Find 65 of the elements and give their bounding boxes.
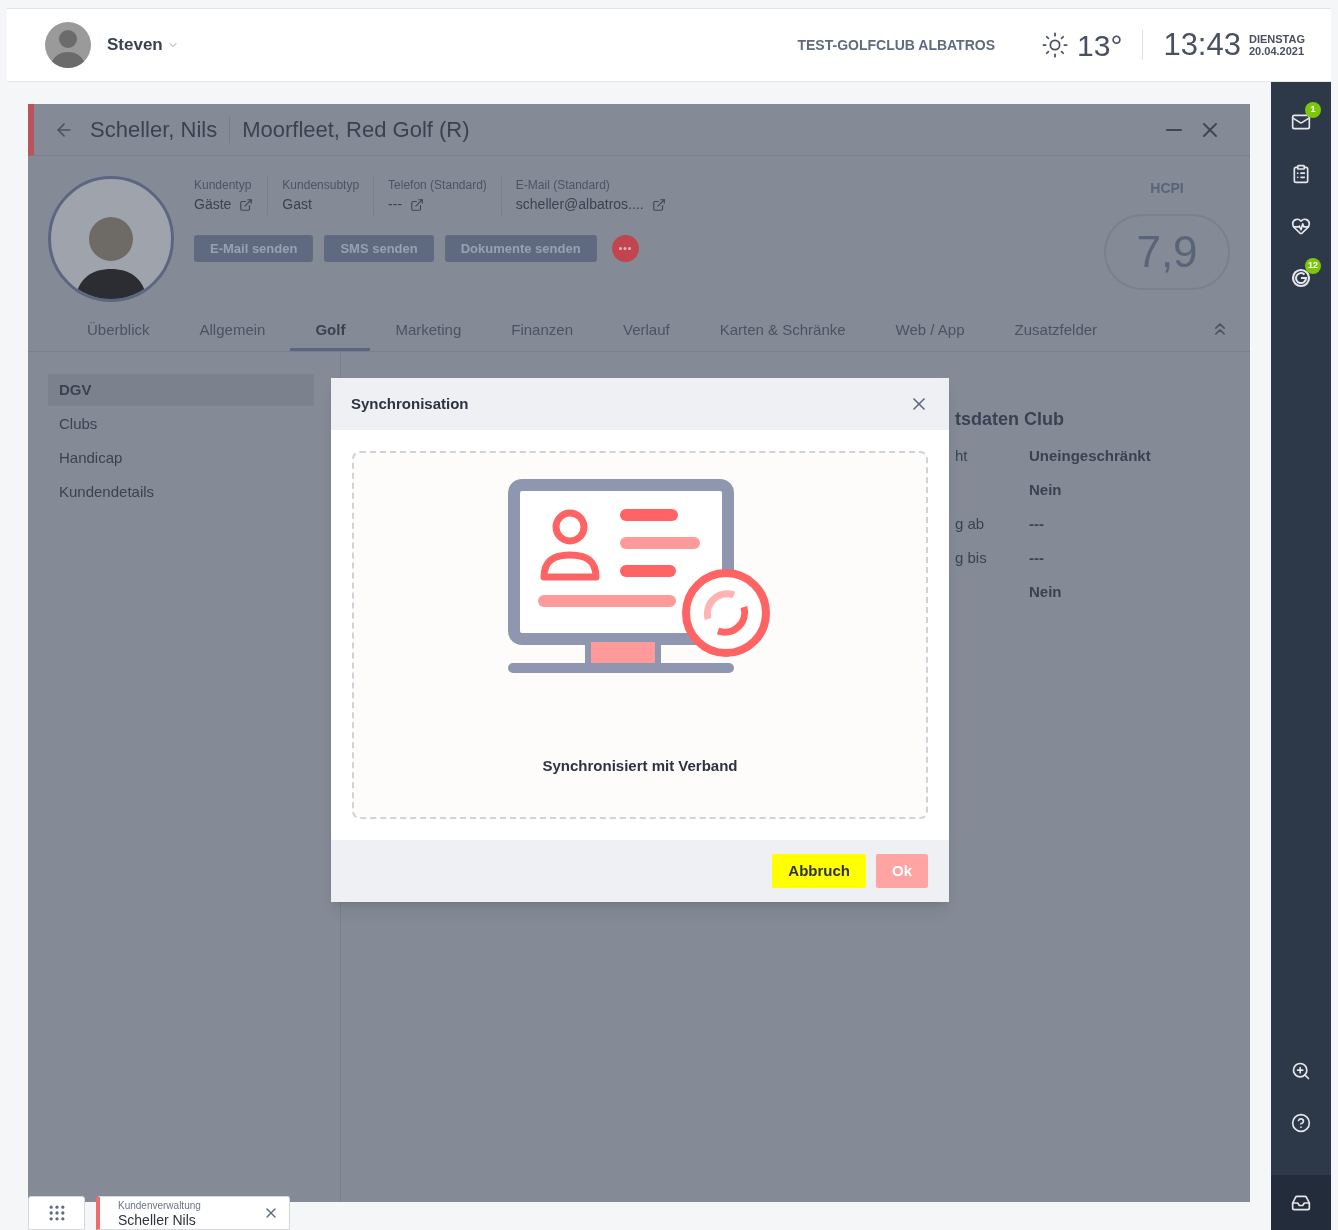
field-label: E-Mail (Standard) <box>515 177 611 194</box>
action-button[interactable]: SMS senden <box>324 235 434 262</box>
subnav-item[interactable]: Clubs <box>48 408 314 440</box>
club-name: TEST-GOLFCLUB ALBATROS <box>797 35 995 55</box>
field-label: Kundensubtyp <box>282 177 360 194</box>
tab[interactable]: Allgemein <box>174 313 291 351</box>
field-value: Gäste <box>194 195 232 214</box>
customer-name: Scheller, Nils <box>90 116 218 144</box>
zoom-in-icon <box>1291 1061 1311 1081</box>
field-value: Gast <box>282 195 312 214</box>
open-tab[interactable]: Kundenverwaltung Scheller Nils <box>96 1196 290 1230</box>
dialog-button[interactable]: Abbruch <box>772 854 866 888</box>
tab-module: Kundenverwaltung <box>118 1198 202 1212</box>
dialog-message: Synchronisiert mit Verband <box>542 755 738 776</box>
sidebar-button[interactable]: 12 <box>1281 258 1321 298</box>
tab[interactable]: Web / App <box>870 313 990 351</box>
field-label: Telefon (Standard) <box>388 177 487 194</box>
detail-value: Nein <box>1029 581 1062 602</box>
customer-club: Moorfleet, Red Golf (R) <box>242 116 470 144</box>
apps-button[interactable] <box>28 1196 85 1230</box>
tab[interactable]: Verlauf <box>598 313 695 351</box>
notification-badge: 1 <box>1305 102 1321 118</box>
subnav-item[interactable]: DGV <box>48 374 314 406</box>
tab-title: Scheller Nils <box>118 1211 197 1228</box>
sidebar-button[interactable]: 1 <box>1281 102 1321 142</box>
more-icon <box>619 247 632 250</box>
detail-value: Uneingeschränkt <box>1029 445 1151 466</box>
field-value: --- <box>388 195 403 214</box>
tab[interactable]: Überblick <box>62 313 175 351</box>
detail-label: g ab <box>955 513 986 534</box>
dialog-title: Synchronisation <box>351 393 469 414</box>
tab[interactable]: Marketing <box>370 313 487 351</box>
action-button[interactable]: Dokumente senden <box>444 235 597 262</box>
heart-pulse-icon <box>1291 216 1311 236</box>
notification-badge: 12 <box>1305 258 1321 274</box>
detail-label: g bis <box>955 547 988 568</box>
external-link-icon[interactable] <box>410 197 425 212</box>
external-link-icon[interactable] <box>651 197 666 212</box>
action-button[interactable]: E-Mail senden <box>194 235 314 262</box>
weekday: DIENSTAG <box>1248 33 1305 45</box>
detail-label: ht <box>955 445 969 466</box>
external-link-icon[interactable] <box>239 197 254 212</box>
tab[interactable]: Golf <box>290 313 371 351</box>
date: 20.04.2021 <box>1248 45 1305 57</box>
help-icon <box>1291 1113 1311 1133</box>
g-logo-icon <box>1291 268 1311 288</box>
subnav-item[interactable]: Handicap <box>48 442 314 474</box>
subnav-item[interactable]: Kundendetails <box>48 476 314 508</box>
weather-sun-icon <box>1041 31 1069 59</box>
more-button[interactable] <box>611 235 639 262</box>
detail-value: --- <box>1029 547 1044 568</box>
clock-time: 13:43 <box>1163 25 1241 64</box>
mail-icon <box>1291 112 1311 132</box>
tab[interactable]: Zusatzfelder <box>989 313 1123 351</box>
temperature: 13° <box>1077 27 1123 64</box>
user-menu[interactable]: Steven <box>107 32 179 58</box>
user-avatar <box>45 22 91 68</box>
field-label: Kundentyp <box>194 177 253 194</box>
tab[interactable]: Karten & Schränke <box>694 313 871 351</box>
detail-value: Nein <box>1029 479 1062 500</box>
section-heading: tsdaten Club <box>955 408 1065 431</box>
tab[interactable]: Finanzen <box>486 313 598 351</box>
field-value: scheller@albatros.... <box>515 195 644 214</box>
clipboard-icon <box>1291 164 1311 184</box>
detail-value: --- <box>1029 513 1044 534</box>
